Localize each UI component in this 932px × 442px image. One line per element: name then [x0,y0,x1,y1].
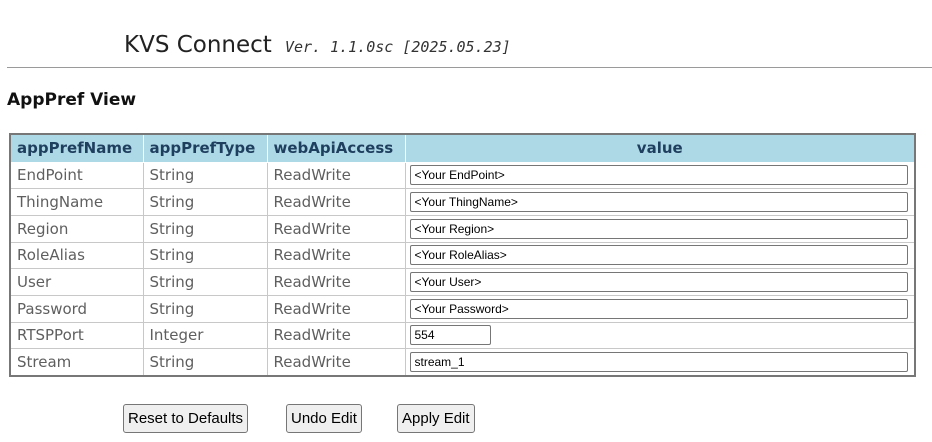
pref-name: Region [9,214,144,243]
pref-value-cell [404,321,916,350]
pref-name: RTSPPort [9,321,144,350]
pref-value-cell [404,188,916,216]
header-divider [7,67,932,68]
pref-name: EndPoint [9,161,144,190]
apply-edit-button[interactable]: Apply Edit [397,404,475,433]
undo-edit-button[interactable]: Undo Edit [286,404,362,433]
app-version: Ver. 1.1.0sc [2025.05.23] [284,38,511,56]
table-row: RTSPPort Integer ReadWrite [9,321,916,350]
pref-type: String [142,214,268,243]
pref-name: User [9,268,144,296]
table-row: Region String ReadWrite [9,214,916,243]
pref-access: ReadWrite [266,321,406,350]
pref-value-cell [404,294,916,323]
pref-access: ReadWrite [266,188,406,216]
pref-type: String [142,348,268,376]
pref-name: Stream [9,348,144,376]
pref-access: ReadWrite [266,214,406,243]
column-header-type: appPrefType [142,133,268,163]
app-header: KVS Connect Ver. 1.1.0sc [2025.05.23] [124,32,511,58]
user-input[interactable] [409,272,908,293]
stream-input[interactable] [409,351,908,372]
view-title: AppPref View [7,90,137,110]
rtsp-port-input[interactable] [409,325,491,346]
column-header-access: webApiAccess [266,133,406,163]
pref-type: String [142,241,268,270]
region-input[interactable] [409,218,908,239]
pref-name: ThingName [9,188,144,216]
endpoint-input[interactable] [409,165,908,186]
thingname-input[interactable] [409,192,908,213]
pref-name: Password [9,294,144,323]
table-header-row: appPrefName appPrefType webApiAccess val… [9,133,916,163]
pref-type: String [142,268,268,296]
column-header-value: value [404,133,916,163]
pref-type: String [142,294,268,323]
pref-value-cell [404,241,916,270]
pref-value-cell [404,348,916,376]
pref-access: ReadWrite [266,161,406,190]
column-header-name: appPrefName [9,133,144,163]
pref-access: ReadWrite [266,241,406,270]
table-row: Password String ReadWrite [9,294,916,323]
pref-name: RoleAlias [9,241,144,270]
password-input[interactable] [409,298,908,319]
pref-type: Integer [142,321,268,350]
pref-type: String [142,161,268,190]
table-row: RoleAlias String ReadWrite [9,241,916,270]
pref-access: ReadWrite [266,348,406,376]
rolealias-input[interactable] [409,245,908,266]
pref-type: String [142,188,268,216]
app-pref-table: appPrefName appPrefType webApiAccess val… [9,133,916,377]
table-row: User String ReadWrite [9,268,916,296]
table-row: Stream String ReadWrite [9,348,916,376]
pref-access: ReadWrite [266,294,406,323]
pref-value-cell [404,161,916,190]
table-row: ThingName String ReadWrite [9,188,916,216]
pref-value-cell [404,268,916,296]
app-title: KVS Connect [124,32,272,58]
pref-value-cell [404,214,916,243]
pref-access: ReadWrite [266,268,406,296]
table-row: EndPoint String ReadWrite [9,161,916,190]
reset-to-defaults-button[interactable]: Reset to Defaults [123,404,249,433]
